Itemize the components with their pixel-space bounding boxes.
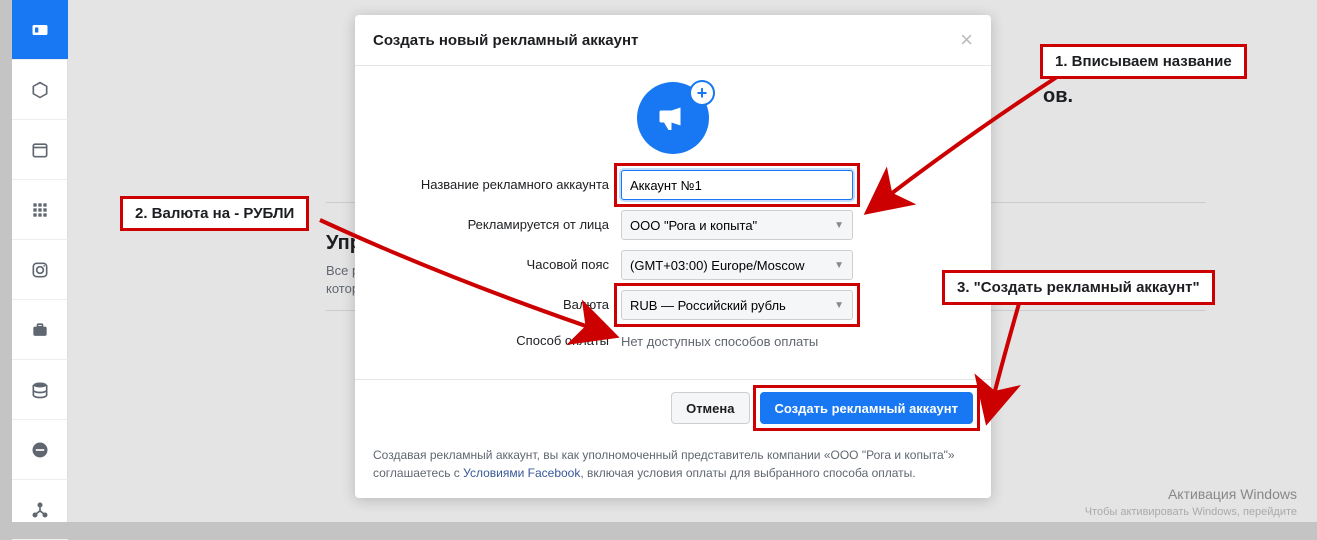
calendar-icon [30, 140, 50, 160]
bg-heading-fragment: ов. [1043, 85, 1073, 108]
grid-icon [30, 200, 50, 220]
currency-select[interactable]: RUB — Российский рубль ▼ [621, 290, 853, 320]
label-timezone: Часовой пояс [373, 257, 621, 274]
chevron-down-icon: ▼ [834, 300, 844, 311]
windows-watermark: Активация Windows [1168, 486, 1297, 502]
row-payment: Способ оплаты Нет доступных способов опл… [373, 330, 973, 353]
modal-header: Создать новый рекламный аккаунт × [355, 15, 991, 66]
sidebar-item-cube[interactable] [12, 60, 68, 120]
modal-title: Создать новый рекламный аккаунт [373, 32, 638, 49]
currency-value: RUB — Российский рубль [630, 298, 786, 313]
modal-footer: Отмена Создать рекламный аккаунт [355, 379, 991, 436]
label-payment: Способ оплаты [373, 333, 621, 350]
callout-2: 2. Валюта на - РУБЛИ [120, 196, 309, 231]
chevron-down-icon: ▼ [834, 220, 844, 231]
sidebar [12, 0, 68, 522]
sidebar-item-minus[interactable] [12, 420, 68, 480]
row-currency: Валюта RUB — Российский рубль ▼ [373, 290, 973, 320]
windows-watermark-sub: Чтобы активировать Windows, перейдите [1085, 506, 1297, 518]
megaphone-icon: + [637, 82, 709, 154]
modal-body: + Название рекламного аккаунта Рекламиру… [355, 66, 991, 379]
callout-1: 1. Вписываем название [1040, 44, 1247, 79]
stack-icon [30, 380, 50, 400]
payment-value: Нет доступных способов оплаты [621, 330, 853, 353]
create-ad-account-modal: Создать новый рекламный аккаунт × + Назв… [355, 15, 991, 498]
label-currency: Валюта [373, 297, 621, 314]
sidebar-item-ads[interactable] [12, 0, 68, 60]
timezone-select[interactable]: (GMT+03:00) Europe/Moscow ▼ [621, 250, 853, 280]
row-timezone: Часовой пояс (GMT+03:00) Europe/Moscow ▼ [373, 250, 973, 280]
badge-icon [30, 20, 50, 40]
instagram-icon [30, 260, 50, 280]
cube-icon [30, 80, 50, 100]
account-name-input[interactable] [621, 170, 853, 200]
briefcase-icon [30, 320, 50, 340]
label-account-name: Название рекламного аккаунта [373, 177, 621, 194]
sidebar-item-org[interactable] [12, 480, 68, 540]
sidebar-item-instagram[interactable] [12, 240, 68, 300]
advertiser-value: ООО "Рога и копыта" [630, 218, 757, 233]
legal-text: Создавая рекламный аккаунт, вы как уполн… [355, 436, 991, 498]
timezone-value: (GMT+03:00) Europe/Moscow [630, 258, 804, 273]
cancel-button[interactable]: Отмена [671, 392, 749, 424]
minus-circle-icon [30, 440, 50, 460]
terms-link[interactable]: Условиями Facebook [463, 466, 580, 480]
plus-icon: + [689, 80, 715, 106]
hero-icon-wrap: + [373, 82, 973, 154]
legal-post: , включая условия оплаты для выбранного … [580, 466, 915, 480]
create-account-button[interactable]: Создать рекламный аккаунт [760, 392, 974, 424]
sidebar-item-grid[interactable] [12, 180, 68, 240]
label-advertiser: Рекламируется от лица [373, 217, 621, 234]
sidebar-item-stack[interactable] [12, 360, 68, 420]
sidebar-item-calendar[interactable] [12, 120, 68, 180]
sidebar-item-briefcase[interactable] [12, 300, 68, 360]
row-account-name: Название рекламного аккаунта [373, 170, 973, 200]
callout-3: 3. "Создать рекламный аккаунт" [942, 270, 1215, 305]
close-icon[interactable]: × [960, 29, 973, 51]
org-icon [30, 500, 50, 520]
advertiser-select[interactable]: ООО "Рога и копыта" ▼ [621, 210, 853, 240]
chevron-down-icon: ▼ [834, 260, 844, 271]
row-advertiser: Рекламируется от лица ООО "Рога и копыта… [373, 210, 973, 240]
